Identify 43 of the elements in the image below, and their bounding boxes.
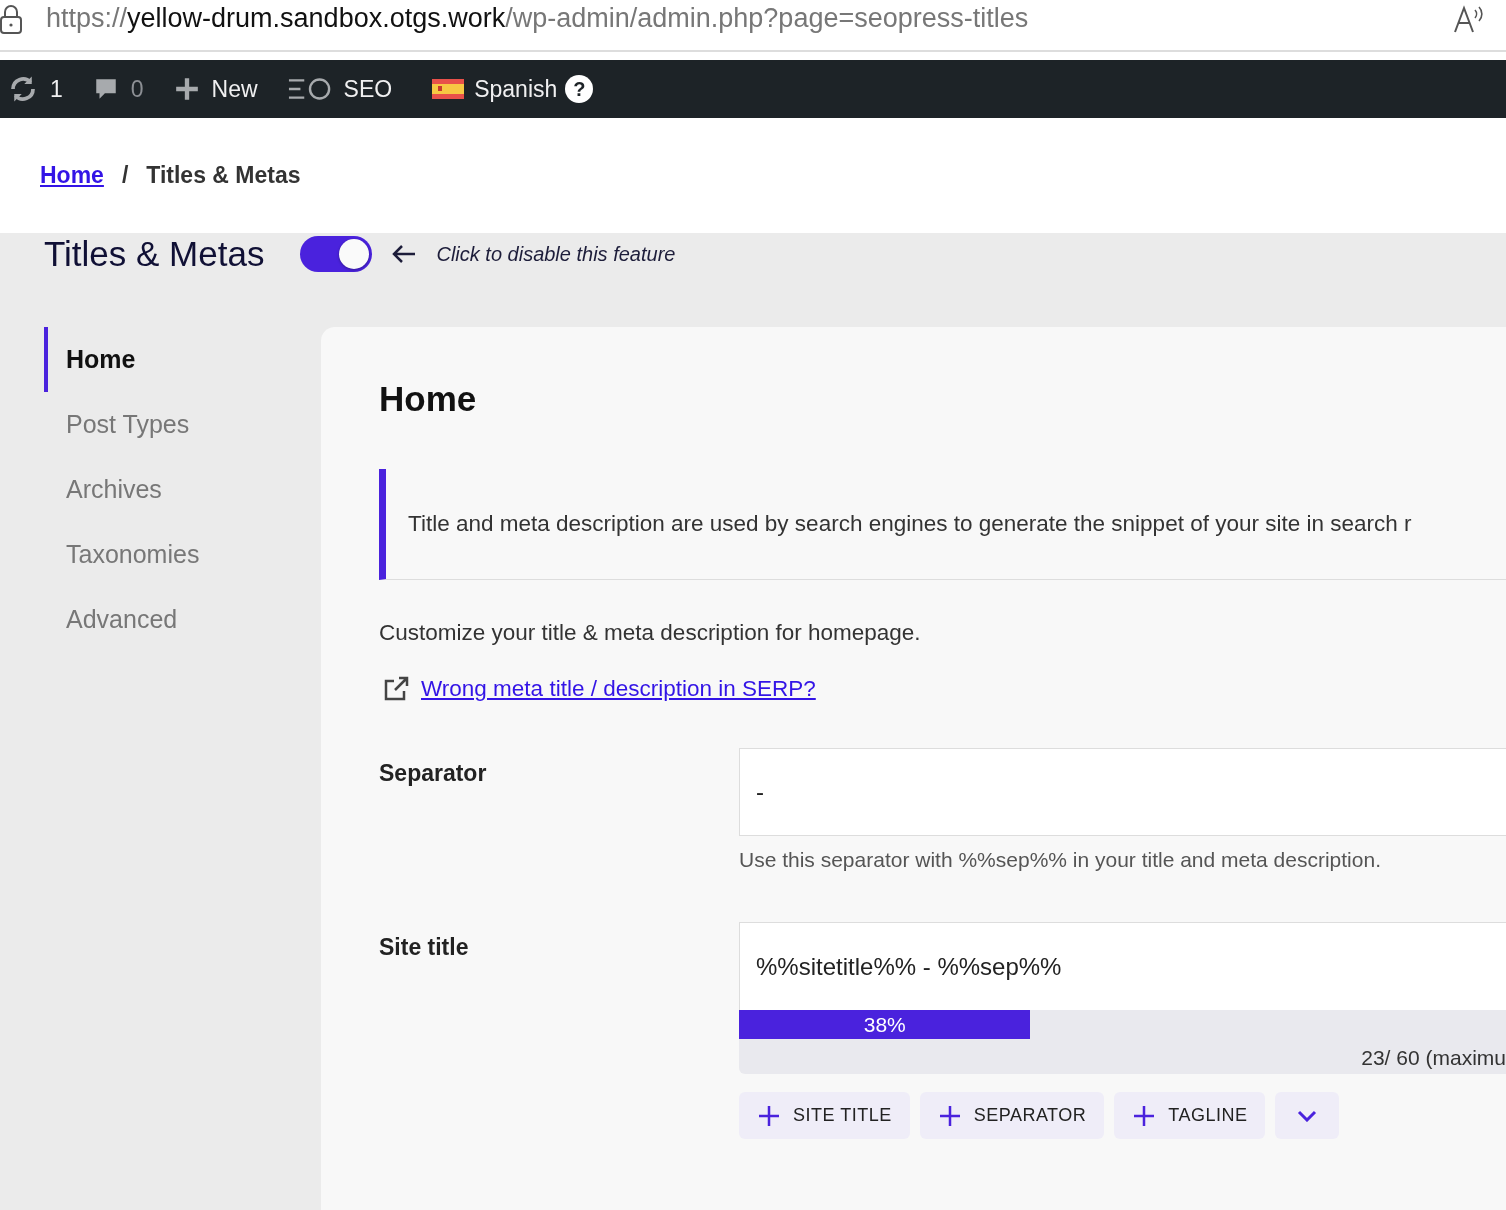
new-link[interactable]: New [165, 75, 272, 103]
external-link-icon [383, 676, 409, 702]
chevron-down-icon [1297, 1109, 1318, 1122]
character-counter: 23/ 60 (maximu [1361, 1046, 1506, 1070]
site-title-input[interactable]: %%sitetitle%% - %%sep%% [739, 922, 1506, 1010]
toggle-hint: Click to disable this feature [436, 242, 676, 266]
help-badge[interactable]: ? [565, 75, 594, 103]
insert-tag-button[interactable]: SEPARATOR [919, 1092, 1105, 1139]
insert-tag-button[interactable]: SITE TITLE [739, 1092, 910, 1139]
comments-link[interactable]: 0 [84, 75, 158, 103]
page-title: Titles & Metas [44, 234, 265, 274]
arrow-left-icon [392, 244, 417, 264]
field-help-text: Use this separator with %%sep%% in your title and meta description. [739, 848, 1382, 872]
plus-icon [939, 1105, 960, 1126]
plus-icon [173, 76, 200, 102]
seo-menu[interactable]: SEO [279, 75, 407, 103]
intro-text: Customize your title & meta description for homepage. [379, 620, 922, 646]
lock-icon [0, 4, 22, 34]
plus-icon [759, 1105, 779, 1126]
read-aloud-icon[interactable] [1452, 4, 1486, 34]
refresh-icon [8, 74, 38, 104]
help-link[interactable]: Wrong meta title / description in SERP? [421, 676, 816, 702]
breadcrumb-separator: / [121, 162, 129, 189]
updates-link[interactable]: 1 [0, 74, 77, 104]
more-tags-button[interactable] [1275, 1092, 1340, 1139]
breadcrumb-link[interactable]: Home [40, 162, 104, 189]
flag-icon [432, 79, 465, 99]
sidebar-item[interactable]: Archives [44, 457, 320, 522]
feature-toggle[interactable] [300, 236, 373, 272]
seo-logo-icon [287, 76, 332, 102]
insert-tag-button[interactable]: TAGLINE [1114, 1092, 1266, 1139]
progress-percent: 38% [863, 1012, 906, 1037]
breadcrumb-current: Titles & Metas [146, 162, 301, 189]
section-title: Home [379, 379, 478, 419]
separator-input[interactable]: - [739, 748, 1506, 836]
field-label: Separator [379, 759, 488, 788]
sidebar-item[interactable]: Taxonomies [44, 522, 320, 587]
field-label: Site title [379, 933, 470, 962]
plus-icon [1134, 1105, 1155, 1126]
language-switcher[interactable]: Spanish ? [424, 75, 608, 103]
notice-text: Title and meta description are used by search engines to generate the snippet of your site in search r [408, 511, 1412, 537]
sidebar-item[interactable]: Advanced [44, 587, 320, 652]
sidebar-item[interactable]: Post Types [44, 392, 320, 457]
